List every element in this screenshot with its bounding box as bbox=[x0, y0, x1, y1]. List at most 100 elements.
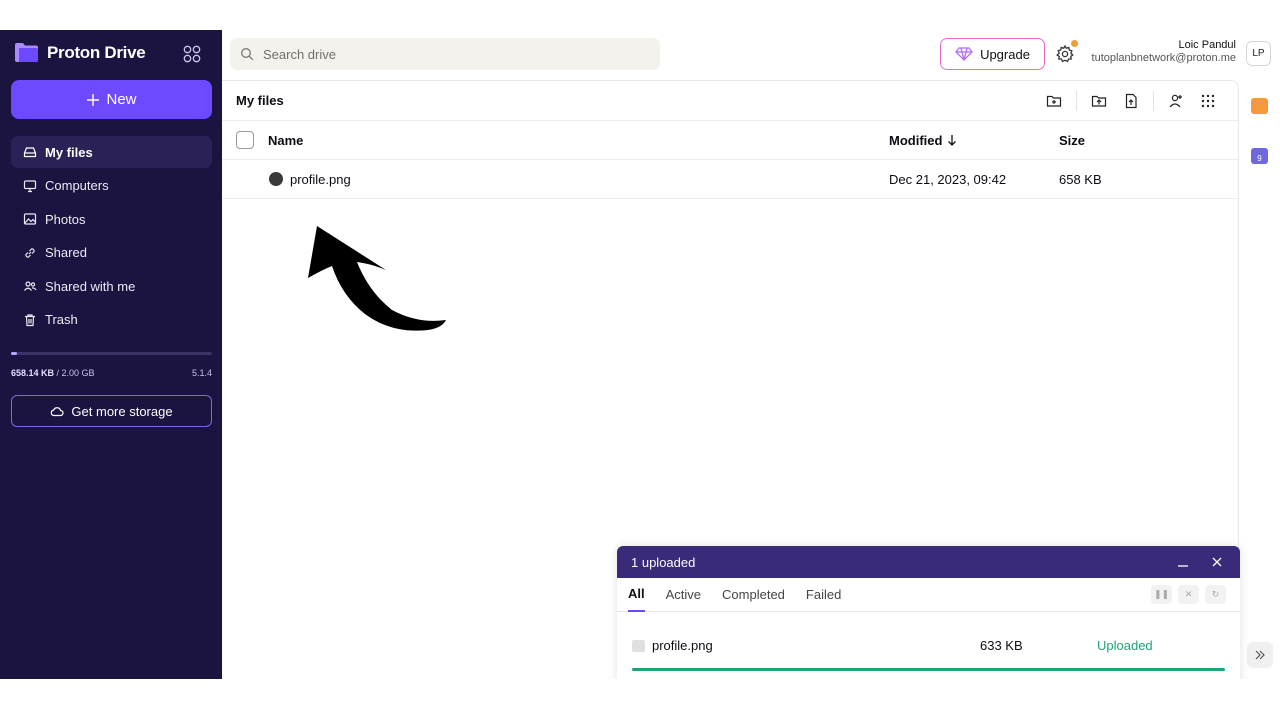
pause-icon: ❚❚ bbox=[1153, 589, 1170, 599]
transfer-progress-bar bbox=[632, 668, 1225, 671]
new-button-label: New bbox=[106, 91, 137, 108]
annotation-arrow-icon bbox=[308, 226, 446, 331]
user-plus-icon bbox=[1169, 94, 1182, 107]
settings-gear-icon[interactable] bbox=[1055, 44, 1075, 64]
sidebar-nav: My files Computers Photos Shared Shared … bbox=[11, 136, 212, 338]
get-more-storage-label: Get more storage bbox=[71, 403, 173, 419]
toolbar-divider bbox=[1153, 90, 1154, 111]
get-more-storage-button[interactable]: Get more storage bbox=[11, 395, 212, 427]
retry-icon: ↻ bbox=[1211, 589, 1220, 599]
storage-used: 658.14 KB bbox=[11, 368, 55, 378]
tab-failed[interactable]: Failed bbox=[806, 578, 841, 612]
search-input[interactable] bbox=[263, 46, 643, 62]
search-bar[interactable] bbox=[230, 38, 660, 70]
file-upload-icon bbox=[1125, 93, 1137, 108]
folder-plus-icon bbox=[1046, 95, 1062, 107]
transfer-title: 1 uploaded bbox=[631, 554, 696, 570]
table-row[interactable]: profile.png Dec 21, 2023, 09:42 658 KB bbox=[222, 160, 1238, 199]
sidebar-item-label: Trash bbox=[45, 312, 78, 328]
retry-all-button[interactable]: ↻ bbox=[1205, 585, 1226, 604]
sidebar-item-label: Photos bbox=[45, 211, 86, 227]
transfer-tabs: All Active Completed Failed ❚❚ ✕ ↻ bbox=[617, 578, 1240, 612]
transfer-manager: 1 uploaded All Active Completed Failed ❚… bbox=[617, 546, 1240, 679]
sidebar-item-label: My files bbox=[45, 144, 93, 160]
storage-total: / 2.00 GB bbox=[54, 368, 95, 378]
avatar[interactable]: LP bbox=[1246, 41, 1271, 66]
minimize-icon[interactable] bbox=[1175, 554, 1191, 570]
users-icon bbox=[24, 281, 37, 292]
column-header-size[interactable]: Size bbox=[1059, 133, 1085, 148]
contacts-app-icon[interactable] bbox=[1251, 98, 1268, 114]
chevrons-right-icon bbox=[1255, 650, 1265, 660]
column-header-modified[interactable]: Modified bbox=[889, 133, 957, 148]
sidebar-item-trash[interactable]: Trash bbox=[11, 304, 212, 336]
cancel-all-button[interactable]: ✕ bbox=[1178, 585, 1199, 604]
transfer-file-name: profile.png bbox=[652, 638, 713, 653]
sidebar-item-shared[interactable]: Shared bbox=[11, 237, 212, 269]
new-folder-button[interactable] bbox=[1038, 87, 1070, 115]
calendar-app-icon[interactable]: 9 bbox=[1251, 148, 1268, 164]
column-header-modified-label: Modified bbox=[889, 132, 943, 148]
sidebar-item-computers[interactable]: Computers bbox=[11, 170, 212, 202]
column-header-name[interactable]: Name bbox=[268, 133, 303, 148]
tab-all[interactable]: All bbox=[628, 578, 645, 612]
storage-usage-bar bbox=[11, 352, 212, 355]
tab-active[interactable]: Active bbox=[666, 578, 701, 612]
transfer-file-size: 633 KB bbox=[980, 638, 1023, 653]
sidebar-item-my-files[interactable]: My files bbox=[11, 136, 212, 168]
sidebar-item-label: Computers bbox=[45, 178, 109, 194]
new-button[interactable]: New bbox=[11, 80, 212, 119]
app-frame: Proton Drive New My files Computers Phot… bbox=[0, 30, 1280, 679]
app-version: 5.1.4 bbox=[191, 368, 212, 378]
file-toolbar: My files bbox=[222, 81, 1238, 121]
pause-all-button[interactable]: ❚❚ bbox=[1151, 585, 1172, 604]
notification-dot bbox=[1071, 40, 1078, 47]
image-icon bbox=[23, 213, 37, 225]
upgrade-label: Upgrade bbox=[980, 46, 1030, 62]
transfer-progress-fill bbox=[632, 668, 1225, 671]
table-header: Name Modified Size bbox=[222, 121, 1238, 160]
transfer-status: Uploaded bbox=[1097, 638, 1153, 653]
diamond-icon bbox=[955, 47, 973, 61]
user-name: Loic Pandul bbox=[1178, 39, 1237, 51]
expand-sidebar-button[interactable] bbox=[1247, 642, 1273, 668]
cancel-icon: ✕ bbox=[1184, 589, 1193, 599]
upload-file-button[interactable] bbox=[1115, 87, 1147, 115]
trash-icon bbox=[25, 314, 35, 327]
storage-usage-text: 658.14 KB / 2.00 GB bbox=[11, 368, 95, 378]
close-icon[interactable] bbox=[1209, 554, 1225, 570]
file-modified: Dec 21, 2023, 09:42 bbox=[889, 171, 1007, 187]
image-thumbnail-icon bbox=[269, 172, 283, 186]
link-icon bbox=[25, 248, 35, 258]
user-info[interactable]: Loic Pandul tutoplanbnetwork@proton.me bbox=[1092, 39, 1236, 64]
image-file-icon bbox=[632, 640, 645, 652]
upgrade-button[interactable]: Upgrade bbox=[940, 38, 1045, 70]
transfer-controls: ❚❚ ✕ ↻ bbox=[1151, 585, 1226, 604]
apps-grid-icon[interactable] bbox=[183, 45, 201, 63]
cloud-icon bbox=[51, 407, 65, 417]
sidebar-item-label: Shared bbox=[45, 245, 87, 261]
calendar-badge: 9 bbox=[1257, 154, 1262, 163]
file-name[interactable]: profile.png bbox=[290, 172, 351, 187]
proton-drive-logo-icon bbox=[15, 43, 38, 62]
search-icon bbox=[241, 48, 254, 61]
app-name: Proton Drive bbox=[47, 42, 146, 62]
toolbar-actions bbox=[1038, 87, 1224, 115]
folder-upload-icon bbox=[1091, 95, 1107, 107]
hard-drive-icon bbox=[23, 147, 37, 158]
select-all-checkbox[interactable] bbox=[236, 131, 254, 149]
transfer-item[interactable]: profile.png 633 KB Uploaded bbox=[617, 612, 1240, 662]
sidebar-item-photos[interactable]: Photos bbox=[11, 203, 212, 235]
layout-grid-button[interactable] bbox=[1192, 87, 1224, 115]
user-email: tutoplanbnetwork@proton.me bbox=[1091, 52, 1236, 64]
tab-completed[interactable]: Completed bbox=[722, 578, 785, 612]
breadcrumb[interactable]: My files bbox=[236, 93, 284, 108]
monitor-icon bbox=[23, 179, 37, 192]
app-logo[interactable]: Proton Drive bbox=[14, 42, 146, 63]
sidebar-item-label: Shared with me bbox=[45, 278, 136, 294]
transfer-header: 1 uploaded bbox=[617, 546, 1240, 578]
sidebar-item-shared-with-me[interactable]: Shared with me bbox=[11, 270, 212, 302]
share-button[interactable] bbox=[1160, 87, 1192, 115]
arrow-down-icon bbox=[948, 135, 957, 146]
upload-folder-button[interactable] bbox=[1083, 87, 1115, 115]
